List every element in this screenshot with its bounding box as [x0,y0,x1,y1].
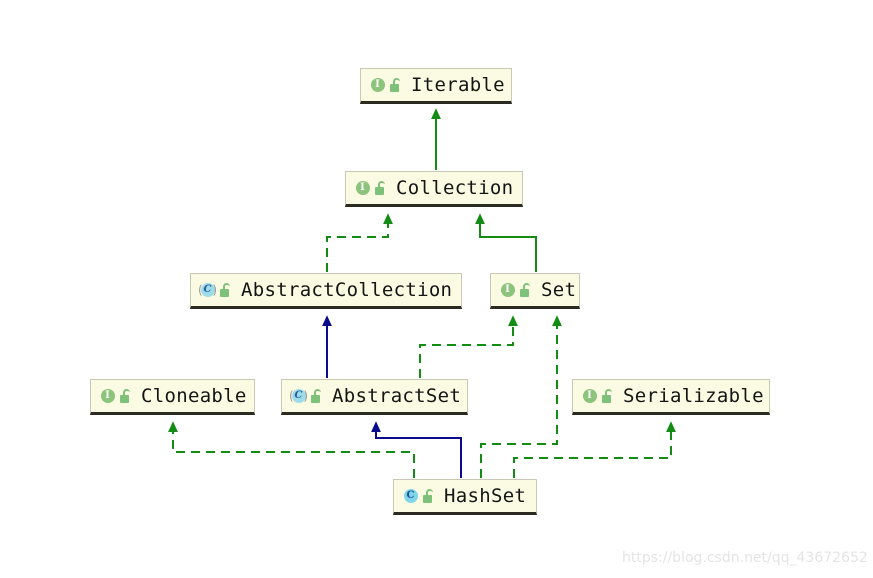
edge-hashset-to-serializable [513,421,676,478]
node-label: AbstractSet [332,384,462,407]
node-cloneable[interactable]: I Cloneable [90,379,255,415]
unlocked-padlock-icon [219,282,232,298]
unlocked-padlock-icon [422,488,435,504]
interface-icon: I [581,388,598,405]
watermark: https://blog.csdn.net/qq_43672652 [622,550,868,566]
node-icons: I [354,180,387,197]
node-label: AbstractCollection [241,278,453,301]
edge-abstractcollection-to-collection [326,213,393,272]
unlocked-padlock-icon [310,388,323,404]
edge-set-to-collection [475,213,537,272]
node-abstract-collection[interactable]: ( C ) AbstractCollection [190,273,462,309]
interface-icon: I [369,77,386,94]
unlocked-padlock-icon [601,388,614,404]
node-label: Serializable [623,384,764,407]
node-icons: I [369,77,402,94]
node-label: HashSet [444,484,527,507]
abstract-class-icon: ( C ) [289,388,308,405]
node-abstract-set[interactable]: ( C ) AbstractSet [281,379,468,415]
diagram-canvas: I Iterable I Collection ( C [0,0,873,578]
node-serializable[interactable]: I Serializable [572,379,770,415]
interface-icon: I [354,180,371,197]
node-icons: ( C ) [289,388,323,405]
unlocked-padlock-icon [119,388,132,404]
abstract-class-icon: ( C ) [198,282,217,299]
node-label: Cloneable [141,384,247,407]
node-set[interactable]: I Set [490,273,580,309]
unlocked-padlock-icon [374,180,387,196]
node-icons: ( C ) [198,282,232,299]
edge-hashset-to-set [480,315,562,478]
node-hashset[interactable]: C HashSet [393,479,537,515]
node-label: Set [541,278,577,301]
edge-abstractset-to-set [419,315,518,378]
node-label: Iterable [411,73,505,96]
unlocked-padlock-icon [389,77,402,93]
node-iterable[interactable]: I Iterable [360,68,512,104]
node-icons: I [99,388,132,405]
edge-hashset-to-cloneable [168,421,415,478]
interface-icon: I [99,388,116,405]
edge-hashset-to-abstractset [371,421,462,478]
interface-icon: I [499,282,516,299]
class-icon: C [402,488,419,505]
node-icons: I [581,388,614,405]
unlocked-padlock-icon [519,282,532,298]
node-collection[interactable]: I Collection [345,171,523,207]
node-icons: I [499,282,532,299]
node-label: Collection [396,176,514,199]
node-icons: C [402,488,435,505]
